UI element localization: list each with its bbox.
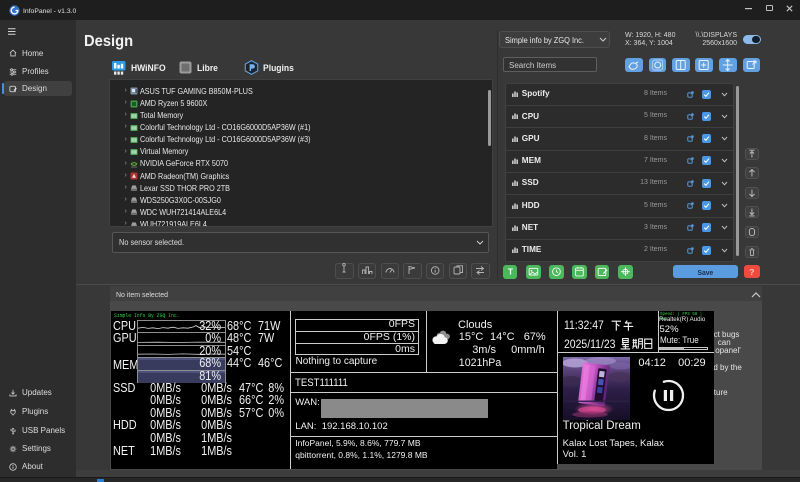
svg-text:T: T — [507, 267, 513, 277]
